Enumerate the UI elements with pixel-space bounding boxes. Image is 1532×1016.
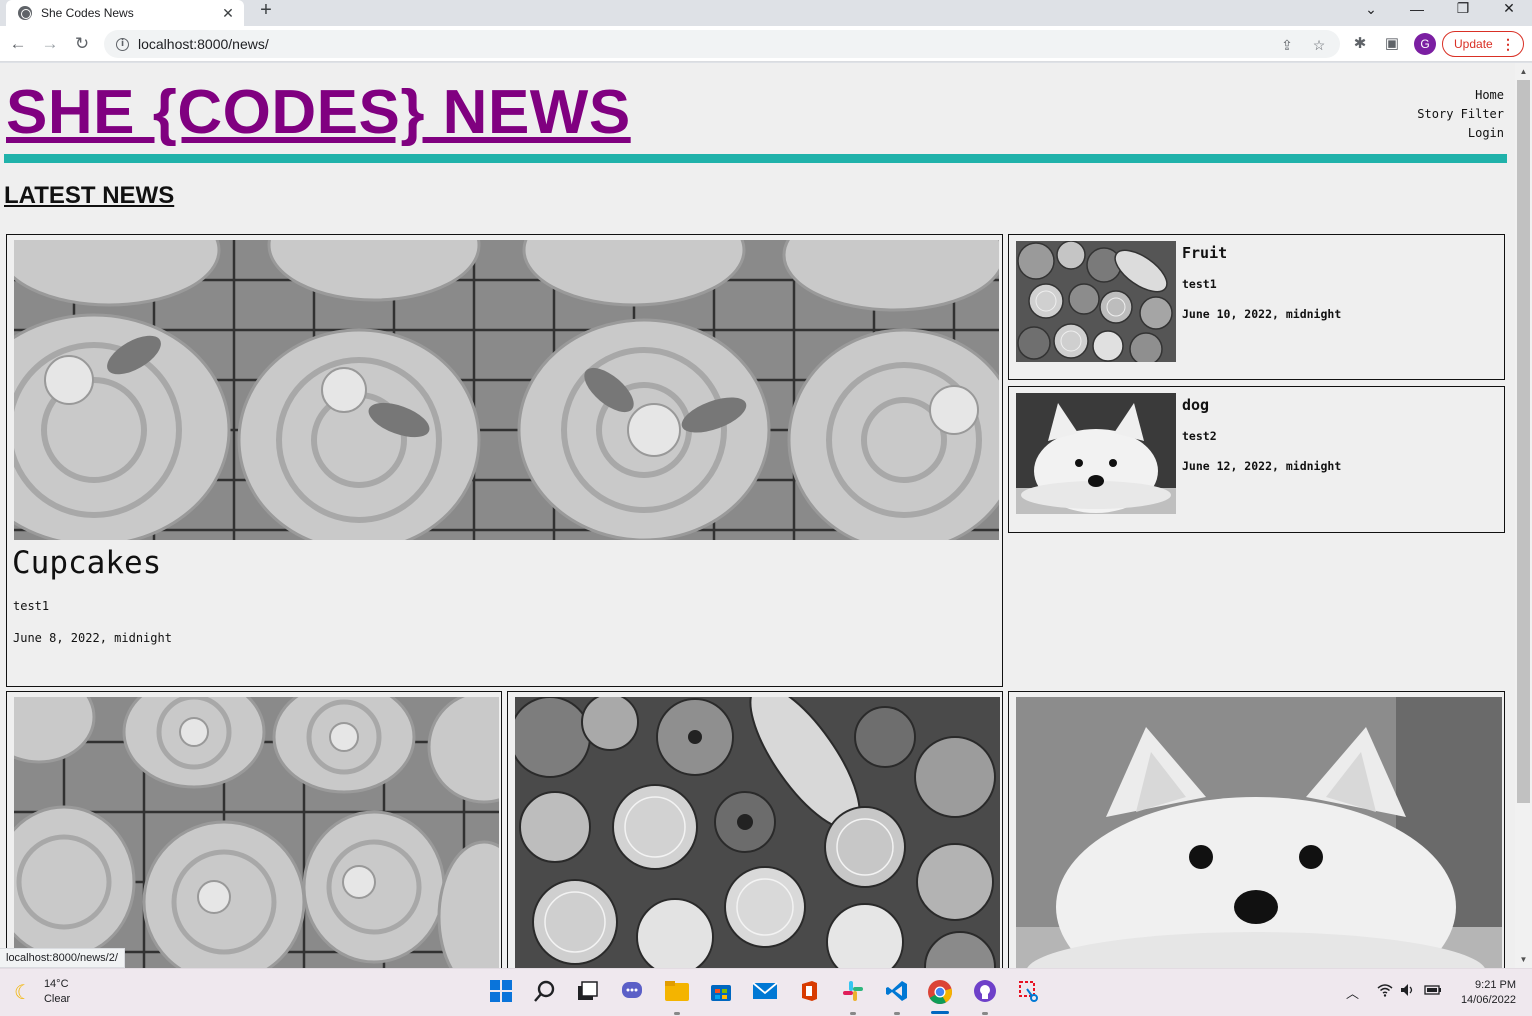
fruit-photo[interactable] <box>1016 241 1176 362</box>
header-divider <box>4 154 1507 163</box>
vertical-scrollbar[interactable]: ▲ ▼ <box>1515 63 1532 968</box>
clock-date: 14/06/2022 <box>1460 994 1516 1006</box>
cupcakes-photo[interactable] <box>14 240 999 540</box>
temperature: 14°C <box>43 978 69 990</box>
fruit-photo[interactable] <box>515 697 1000 968</box>
share-icon[interactable]: ⇪ <box>1278 36 1296 54</box>
grid-story-card-fruit[interactable] <box>507 691 1003 968</box>
grid-story-card-cupcakes[interactable] <box>6 691 502 968</box>
chrome-icon[interactable] <box>927 979 953 1005</box>
start-icon[interactable] <box>488 979 514 1005</box>
url-text[interactable]: localhost:8000/news/ <box>138 36 269 52</box>
active-indicator <box>931 1011 949 1014</box>
browser-toolbar: ← → ↻ i localhost:8000/news/ ⇪ ☆ ✱ ▣ G U… <box>0 26 1532 62</box>
mail-icon[interactable] <box>752 979 778 1005</box>
volume-icon[interactable] <box>1400 983 1416 1000</box>
info-icon[interactable]: i <box>116 37 129 51</box>
moon-icon: ☾ <box>14 981 32 1004</box>
close-tab-icon[interactable]: ✕ <box>220 5 236 21</box>
tab-title: She Codes News <box>41 6 134 20</box>
top-nav: Home Story Filter Login <box>1417 86 1504 143</box>
side-story-card-fruit[interactable]: Fruit test1 June 10, 2022, midnight <box>1008 234 1505 380</box>
running-indicator <box>894 1012 900 1015</box>
scroll-up-icon[interactable]: ▲ <box>1515 63 1532 80</box>
file-explorer-icon[interactable] <box>664 979 690 1005</box>
windows-taskbar: ☾ 14°C Clear ︿ 9:21 PM 14/06/2022 <box>0 968 1532 1016</box>
running-indicator <box>674 1012 680 1015</box>
section-title: LATEST NEWS <box>4 182 175 209</box>
side-story-title[interactable]: Fruit <box>1182 244 1227 262</box>
task-view-icon[interactable] <box>574 979 600 1005</box>
globe-icon <box>18 6 32 20</box>
site-title-link[interactable]: SHE {CODES} NEWS <box>6 77 631 148</box>
cupcakes-photo[interactable] <box>14 697 499 968</box>
grid-story-card-dog[interactable] <box>1008 691 1505 968</box>
address-bar[interactable]: i localhost:8000/news/ ⇪ ☆ <box>104 30 1340 58</box>
update-button[interactable]: Update ⋮ <box>1442 31 1524 57</box>
running-indicator <box>850 1012 856 1015</box>
tab-search-icon[interactable]: ⌄ <box>1348 2 1394 20</box>
scroll-thumb[interactable] <box>1517 80 1530 803</box>
tab-strip: She Codes News ✕ + ⌄ — ❐ ✕ <box>0 0 1532 26</box>
nav-home-link[interactable]: Home <box>1417 86 1504 105</box>
bookmark-star-icon[interactable]: ☆ <box>1310 36 1328 54</box>
nav-login-link[interactable]: Login <box>1417 124 1504 143</box>
profile-avatar[interactable]: G <box>1414 33 1436 55</box>
taskbar-clock[interactable]: 9:21 PM 14/06/2022 <box>1461 978 1516 1008</box>
side-story-title[interactable]: dog <box>1182 396 1209 414</box>
office-icon[interactable] <box>796 979 822 1005</box>
chat-icon[interactable] <box>619 979 645 1005</box>
slack-icon[interactable] <box>840 979 866 1005</box>
dog-photo[interactable] <box>1016 393 1176 514</box>
nav-story-filter-link[interactable]: Story Filter <box>1417 105 1504 124</box>
wifi-icon[interactable] <box>1377 983 1393 1000</box>
link-status-bubble: localhost:8000/news/2/ <box>0 948 125 968</box>
featured-story-author: test1 <box>13 599 50 613</box>
side-panel-icon[interactable]: ▣ <box>1382 34 1402 54</box>
featured-story-card[interactable]: Cupcakes test1 June 8, 2022, midnight <box>6 234 1003 687</box>
side-story-card-dog[interactable]: dog test2 June 12, 2022, midnight <box>1008 386 1505 533</box>
update-label: Update <box>1454 37 1493 51</box>
minimize-button[interactable]: — <box>1394 2 1440 20</box>
menu-dots-icon: ⋮ <box>1501 36 1515 52</box>
store-icon[interactable] <box>708 979 734 1005</box>
reload-button[interactable]: ↻ <box>70 32 94 56</box>
page-viewport: SHE {CODES} NEWS Home Story Filter Login… <box>0 63 1532 968</box>
close-window-button[interactable]: ✕ <box>1486 1 1532 19</box>
vscode-icon[interactable] <box>884 979 910 1005</box>
forward-button[interactable]: → <box>38 32 62 56</box>
show-hidden-icons-icon[interactable]: ︿ <box>1346 983 1359 1002</box>
weather-condition: Clear <box>43 993 71 1005</box>
weather-widget[interactable]: ☾ 14°C Clear <box>14 977 70 1007</box>
running-indicator <box>982 1012 988 1015</box>
side-story-date: June 10, 2022, midnight <box>1182 307 1342 321</box>
back-button[interactable]: ← <box>6 32 30 56</box>
dog-photo[interactable] <box>1016 697 1502 968</box>
featured-story-title[interactable]: Cupcakes <box>12 545 161 581</box>
snipping-tool-icon[interactable] <box>1016 979 1042 1005</box>
search-icon[interactable] <box>532 979 558 1005</box>
side-story-author: test2 <box>1182 429 1217 443</box>
side-story-author: test1 <box>1182 277 1217 291</box>
scroll-down-icon[interactable]: ▼ <box>1515 951 1532 968</box>
battery-icon[interactable] <box>1424 983 1442 1000</box>
restore-button[interactable]: ❐ <box>1440 1 1486 19</box>
github-desktop-icon[interactable] <box>972 979 998 1005</box>
new-tab-button[interactable]: + <box>254 0 278 22</box>
side-story-date: June 12, 2022, midnight <box>1182 459 1342 473</box>
featured-story-date: June 8, 2022, midnight <box>13 631 172 645</box>
clock-time: 9:21 PM <box>1475 979 1516 991</box>
extensions-icon[interactable]: ✱ <box>1350 34 1370 54</box>
browser-tab[interactable]: She Codes News ✕ <box>6 0 244 26</box>
